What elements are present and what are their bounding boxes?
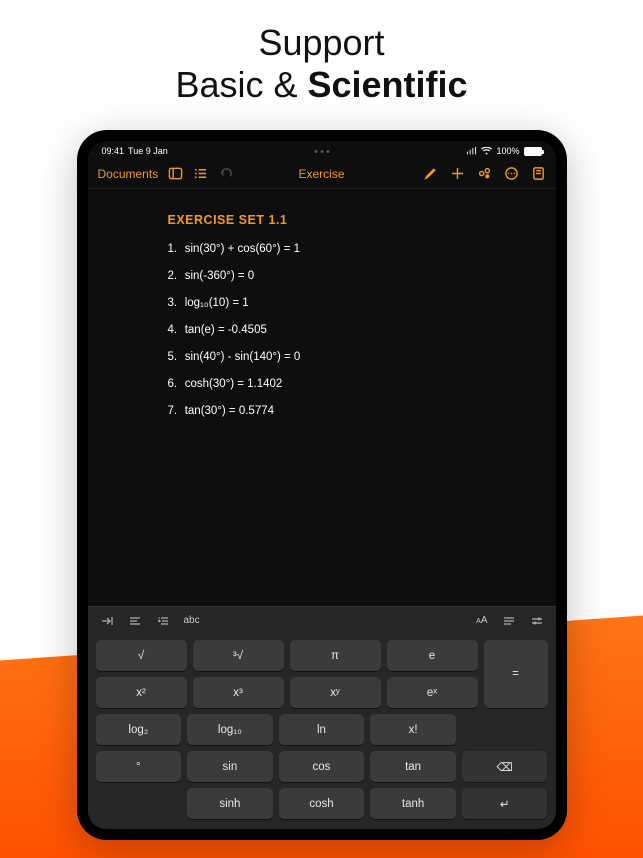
key-tanh[interactable]: tanh [370, 788, 456, 819]
note-icon[interactable] [531, 166, 546, 181]
back-button[interactable]: Documents [98, 167, 159, 181]
doc-line: 6. cosh(30°) = 1.1402 [168, 378, 556, 390]
key-equals[interactable]: = [484, 640, 548, 708]
keyboard-toolbar: abc AAAA [88, 606, 556, 634]
doc-line: 2. sin(-360°) = 0 [168, 270, 556, 282]
key-xy[interactable]: xʸ [290, 677, 381, 708]
doc-line: 7. tan(30°) = 0.5774 [168, 405, 556, 417]
status-date: Tue 9 Jan [128, 146, 168, 156]
document-area[interactable]: EXERCISE SET 1.1 1. sin(30°) + cos(60°) … [88, 189, 556, 606]
doc-line: 4. tan(e) = -0.4505 [168, 324, 556, 336]
key-x2[interactable]: x² [96, 677, 187, 708]
share-icon[interactable] [477, 166, 492, 181]
key-sin[interactable]: sin [187, 751, 273, 782]
tab-icon[interactable] [100, 614, 114, 628]
key-degree[interactable]: ° [96, 751, 182, 782]
headline-line2: Basic & Scientific [0, 64, 643, 106]
status-bar: 09:41 Tue 9 Jan 100% [88, 141, 556, 159]
multitask-dots [314, 150, 329, 153]
headline-line1: Support [0, 22, 643, 64]
text-size-button[interactable]: AAAA [476, 615, 487, 626]
key-backspace[interactable]: ⌫ [462, 751, 548, 782]
format-icon[interactable] [502, 614, 516, 628]
scientific-keyboard: √ ³√ π e x² x³ xʸ eˣ = l [88, 634, 556, 829]
status-time: 09:41 [102, 146, 125, 156]
signal-icon [466, 147, 477, 156]
more-icon[interactable] [504, 166, 519, 181]
indent-icon[interactable] [156, 614, 170, 628]
ipad-frame: 09:41 Tue 9 Jan 100% Documents [77, 130, 567, 840]
marketing-headline: Support Basic & Scientific [0, 0, 643, 124]
highlight-icon[interactable] [423, 166, 438, 181]
doc-line: 5. sin(40°) - sin(140°) = 0 [168, 351, 556, 363]
abc-button[interactable]: abc [184, 615, 200, 626]
key-ex[interactable]: eˣ [387, 677, 478, 708]
key-cos[interactable]: cos [279, 751, 365, 782]
battery-pct: 100% [496, 146, 519, 156]
doc-heading: EXERCISE SET 1.1 [168, 213, 556, 227]
wifi-icon [481, 147, 492, 156]
key-cosh[interactable]: cosh [279, 788, 365, 819]
key-pi[interactable]: π [290, 640, 381, 671]
key-ln[interactable]: ln [279, 714, 365, 745]
sidebar-icon[interactable] [168, 166, 183, 181]
key-x3[interactable]: x³ [193, 677, 284, 708]
key-spacer [96, 788, 182, 819]
screen: 09:41 Tue 9 Jan 100% Documents [88, 141, 556, 829]
settings-icon[interactable] [530, 614, 544, 628]
add-icon[interactable] [450, 166, 465, 181]
key-cbrt[interactable]: ³√ [193, 640, 284, 671]
doc-line: 3. log₁₀(10) = 1 [168, 297, 556, 309]
list-icon[interactable] [193, 166, 208, 181]
undo-icon[interactable] [218, 166, 233, 181]
toolbar: Documents Exercise [88, 159, 556, 189]
key-spacer [462, 714, 548, 745]
key-fact[interactable]: x! [370, 714, 456, 745]
key-return[interactable]: ↵ [462, 788, 548, 819]
doc-line: 1. sin(30°) + cos(60°) = 1 [168, 243, 556, 255]
key-log10[interactable]: log₁₀ [187, 714, 273, 745]
key-tan[interactable]: tan [370, 751, 456, 782]
align-left-icon[interactable] [128, 614, 142, 628]
page-title: Exercise [299, 167, 345, 181]
key-sinh[interactable]: sinh [187, 788, 273, 819]
battery-icon [524, 147, 542, 156]
key-e[interactable]: e [387, 640, 478, 671]
key-log2[interactable]: log₂ [96, 714, 182, 745]
key-sqrt[interactable]: √ [96, 640, 187, 671]
